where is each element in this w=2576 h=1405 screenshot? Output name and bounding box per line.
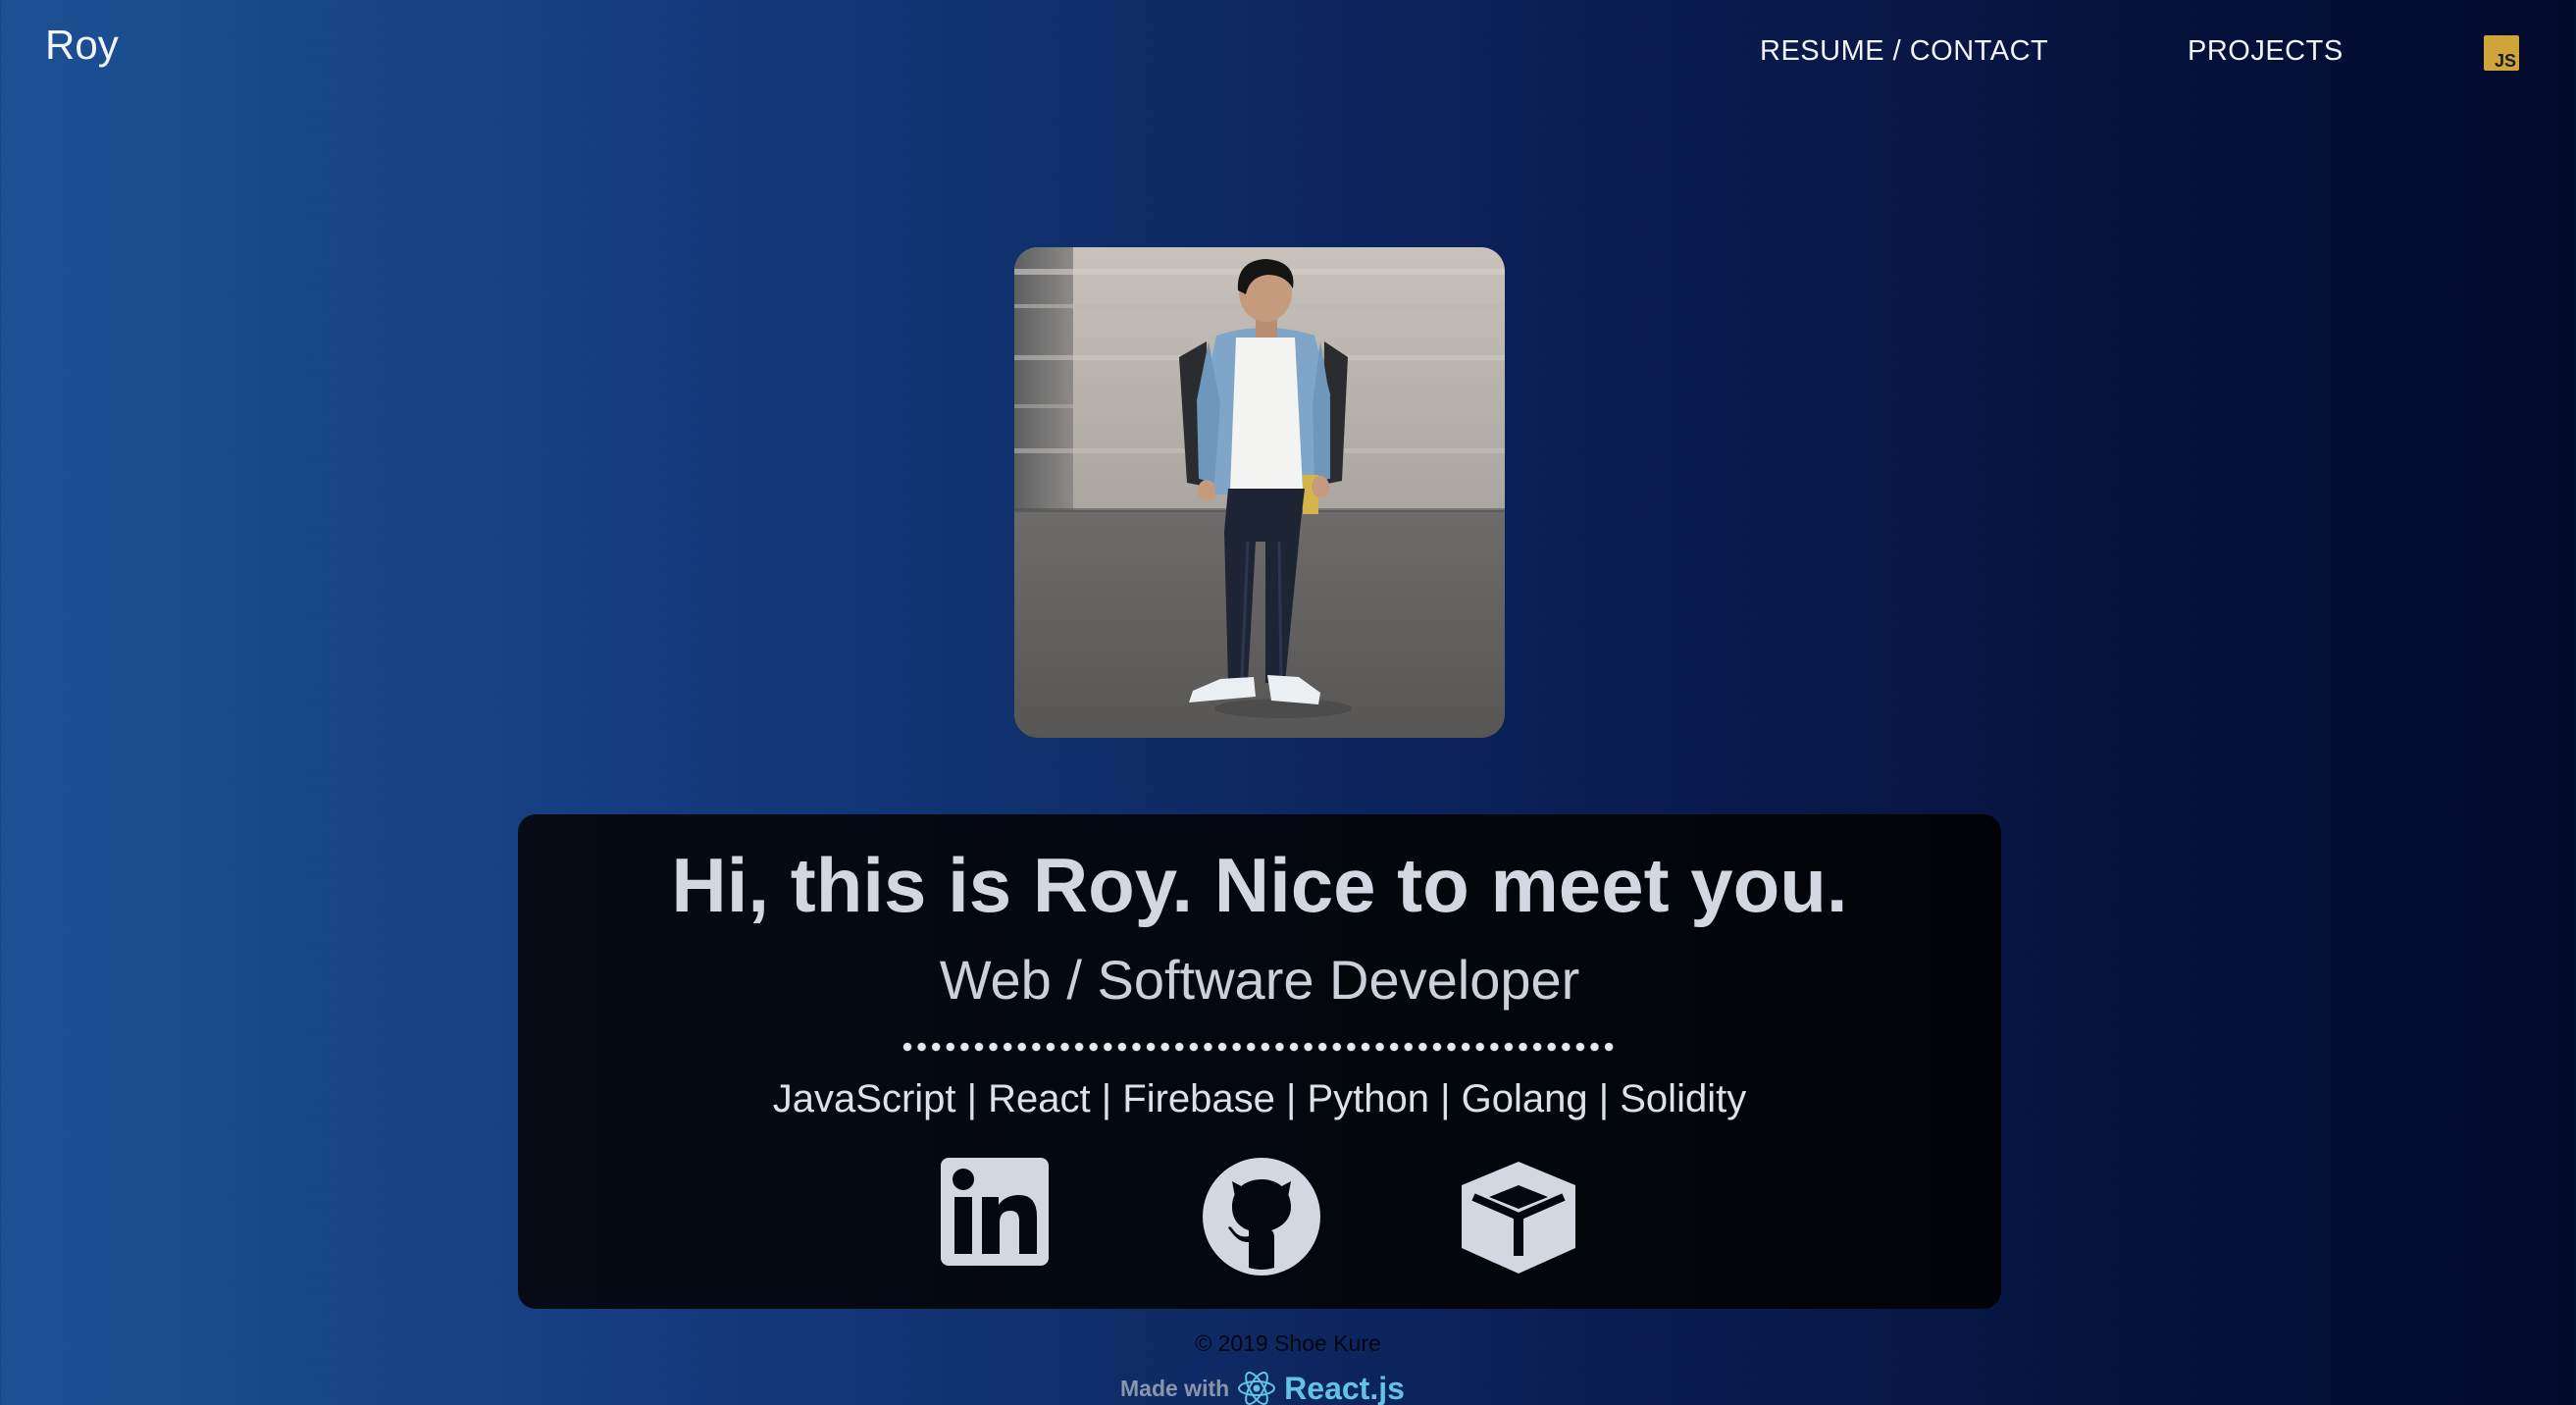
intro-card: Hi, this is Roy. Nice to meet you. Web /… bbox=[518, 814, 2001, 1309]
react-icon bbox=[1238, 1372, 1276, 1405]
package-icon[interactable] bbox=[1458, 1158, 1579, 1275]
made-with-label: Made with bbox=[1120, 1375, 1230, 1401]
linkedin-icon[interactable] bbox=[941, 1158, 1049, 1266]
made-with-react: Made with React.js bbox=[1120, 1367, 1405, 1405]
js-badge-label: JS bbox=[2494, 51, 2516, 71]
js-badge-icon[interactable]: JS bbox=[2484, 35, 2519, 71]
brand-logo-link[interactable]: Roy bbox=[45, 22, 119, 69]
dotted-divider bbox=[902, 1042, 1617, 1052]
skills-list: JavaScript | React | Firebase | Python |… bbox=[772, 1077, 1747, 1120]
hero-subtitle: Web / Software Developer bbox=[939, 949, 1580, 1011]
footer-copyright: © 2019 Shoe Kure bbox=[1195, 1330, 1381, 1356]
react-link[interactable]: React.js bbox=[1284, 1371, 1405, 1405]
github-icon[interactable] bbox=[1203, 1158, 1320, 1275]
nav-projects[interactable]: PROJECTS bbox=[2188, 35, 2344, 68]
profile-photo bbox=[1014, 247, 1505, 738]
nav-resume-contact[interactable]: RESUME / CONTACT bbox=[1760, 35, 2048, 68]
hero-headline: Hi, this is Roy. Nice to meet you. bbox=[671, 842, 1848, 928]
